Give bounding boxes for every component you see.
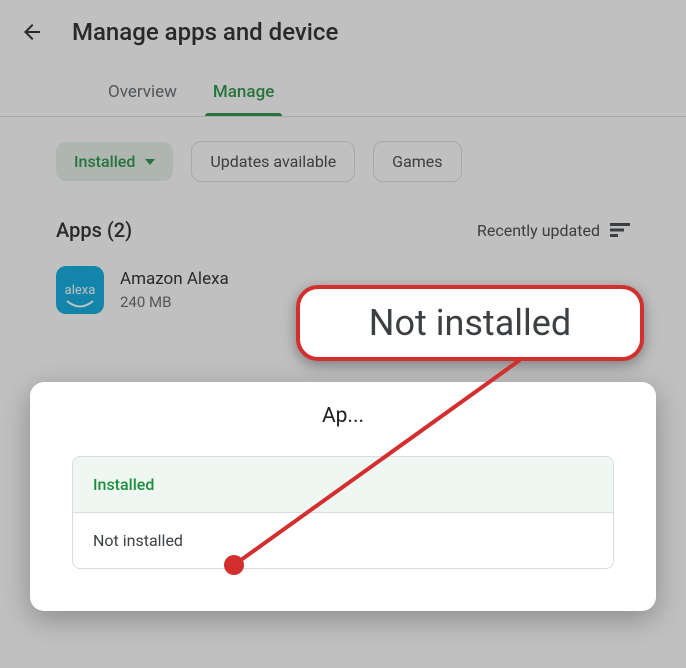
option-list: Installed Not installed xyxy=(72,456,614,569)
filter-modal: Ap... Installed Not installed xyxy=(30,382,656,611)
option-installed[interactable]: Installed xyxy=(73,457,613,513)
callout-text: Not installed xyxy=(369,302,571,344)
highlight-callout: Not installed xyxy=(296,285,644,361)
modal-title: Ap... xyxy=(72,404,614,428)
option-not-installed[interactable]: Not installed xyxy=(73,513,613,568)
